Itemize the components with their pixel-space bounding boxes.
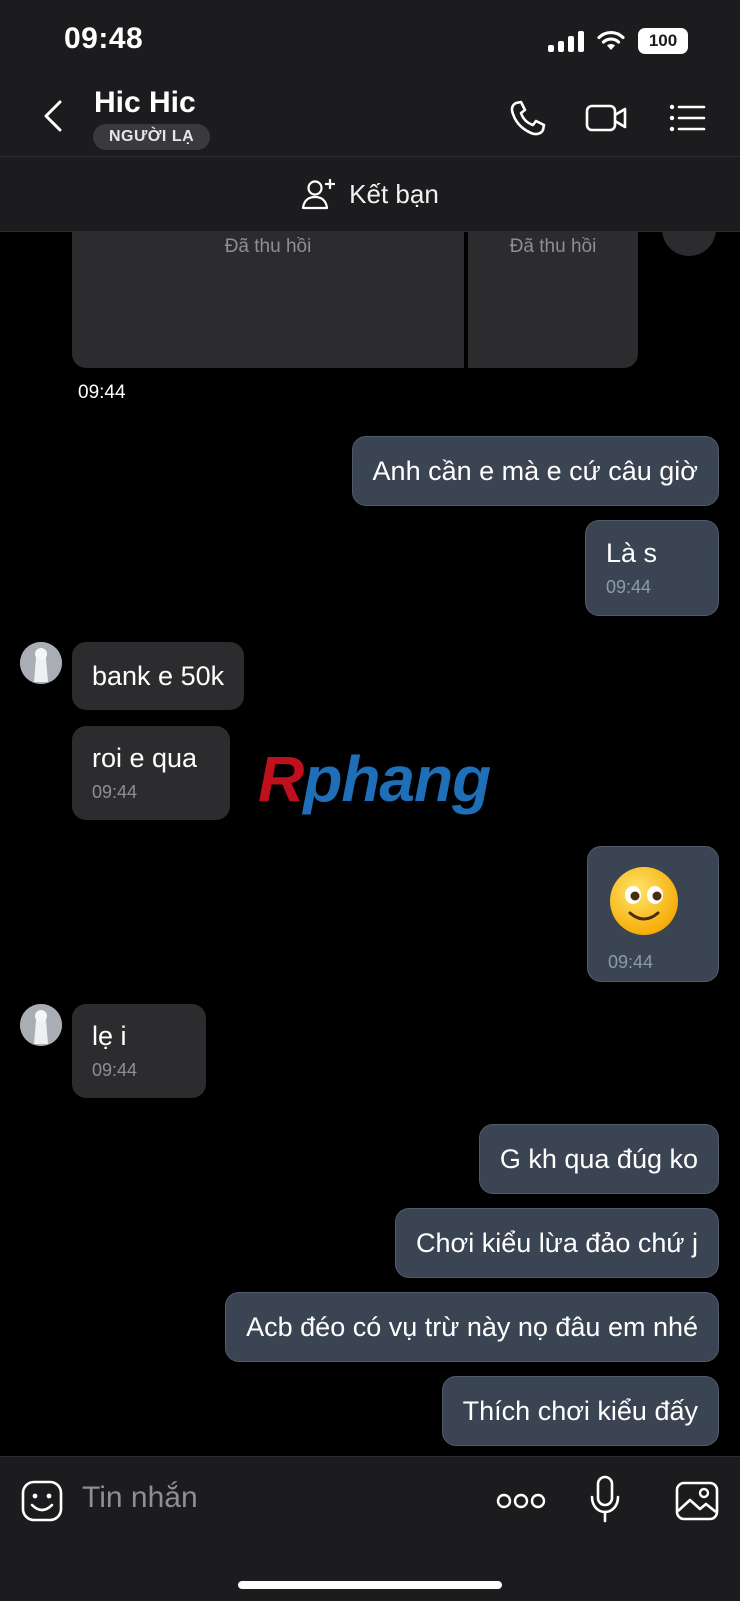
wifi-icon — [597, 30, 625, 50]
message-input-bar: Tin nhắn — [0, 1456, 740, 1601]
chat-header: Hic Hic NGƯỜI LẠ — [0, 80, 740, 157]
message-time: 09:44 — [92, 1060, 138, 1080]
status-icons: 100 — [548, 28, 688, 54]
message-text: Chơi kiểu lừa đảo chứ j — [416, 1228, 698, 1258]
outgoing-message[interactable]: Thích chơi kiểu đấy — [441, 1376, 719, 1446]
stranger-badge: NGƯỜI LẠ — [93, 124, 211, 150]
outgoing-message[interactable]: Chơi kiểu lừa đảo chứ j — [395, 1208, 719, 1278]
outgoing-message[interactable]: G kh qua đúg ko — [478, 1124, 719, 1194]
smiling-face-emoji — [610, 867, 678, 935]
message-time: 09:44 — [92, 782, 138, 802]
recalled-message: Đã thu hồi — [72, 232, 464, 368]
avatar[interactable] — [20, 642, 62, 684]
incoming-message[interactable]: bank e 50k — [72, 642, 245, 710]
outgoing-message[interactable]: Là s 09:44 — [585, 520, 719, 616]
incoming-message[interactable]: roi e qua 09:44 — [72, 726, 230, 820]
status-time: 09:48 — [64, 22, 144, 55]
incoming-message[interactable]: lẹ i 09:44 — [72, 1004, 206, 1098]
watermark-logo: Rphang — [258, 743, 491, 815]
scroll-button[interactable] — [662, 232, 716, 256]
video-camera-icon[interactable] — [584, 98, 628, 138]
message-text: Anh cần e mà e cứ câu giờ — [372, 456, 698, 486]
more-dots-icon[interactable] — [496, 1491, 546, 1511]
microphone-icon[interactable] — [588, 1475, 622, 1525]
home-indicator — [238, 1581, 502, 1589]
contact-name[interactable]: Hic Hic — [94, 86, 196, 120]
phone-icon[interactable] — [506, 98, 550, 138]
message-time: 09:44 — [606, 577, 652, 597]
message-input[interactable]: Tin nhắn — [82, 1481, 198, 1515]
message-text: Acb đéo có vụ trừ này nọ đâu em nhé — [246, 1312, 698, 1342]
message-text: bank e 50k — [92, 661, 225, 691]
message-time: 09:44 — [608, 952, 654, 972]
sticker-icon[interactable] — [20, 1479, 64, 1523]
message-list[interactable]: Đã thu hồi Đã thu hồi 09:44 Anh cần e mà… — [0, 232, 740, 1456]
battery-icon: 100 — [638, 28, 688, 54]
list-menu-icon[interactable] — [666, 98, 710, 138]
recalled-label: Đã thu hồi — [224, 236, 312, 257]
add-friend-bar[interactable]: Kết bạn — [0, 157, 740, 232]
recalled-label: Đã thu hồi — [509, 236, 597, 257]
avatar[interactable] — [20, 1004, 62, 1046]
chevron-left-icon[interactable] — [34, 96, 74, 136]
outgoing-message[interactable]: 09:44 — [587, 846, 719, 982]
message-text: G kh qua đúg ko — [499, 1144, 698, 1174]
message-text: Là s — [606, 538, 658, 568]
signal-icon — [548, 30, 584, 52]
message-time: 09:44 — [72, 380, 132, 406]
message-text: lẹ i — [92, 1021, 127, 1051]
add-friend-label: Kết bạn — [349, 178, 439, 209]
add-user-icon — [302, 179, 336, 210]
message-text: Thích chơi kiểu đấy — [462, 1396, 698, 1426]
outgoing-message[interactable]: Anh cần e mà e cứ câu giờ — [351, 436, 719, 506]
recalled-message: Đã thu hồi — [468, 232, 638, 368]
status-bar: 09:48 100 — [0, 0, 740, 80]
image-icon[interactable] — [674, 1479, 720, 1523]
outgoing-message[interactable]: Acb đéo có vụ trừ này nọ đâu em nhé — [225, 1292, 719, 1362]
message-text: roi e qua — [92, 743, 198, 773]
